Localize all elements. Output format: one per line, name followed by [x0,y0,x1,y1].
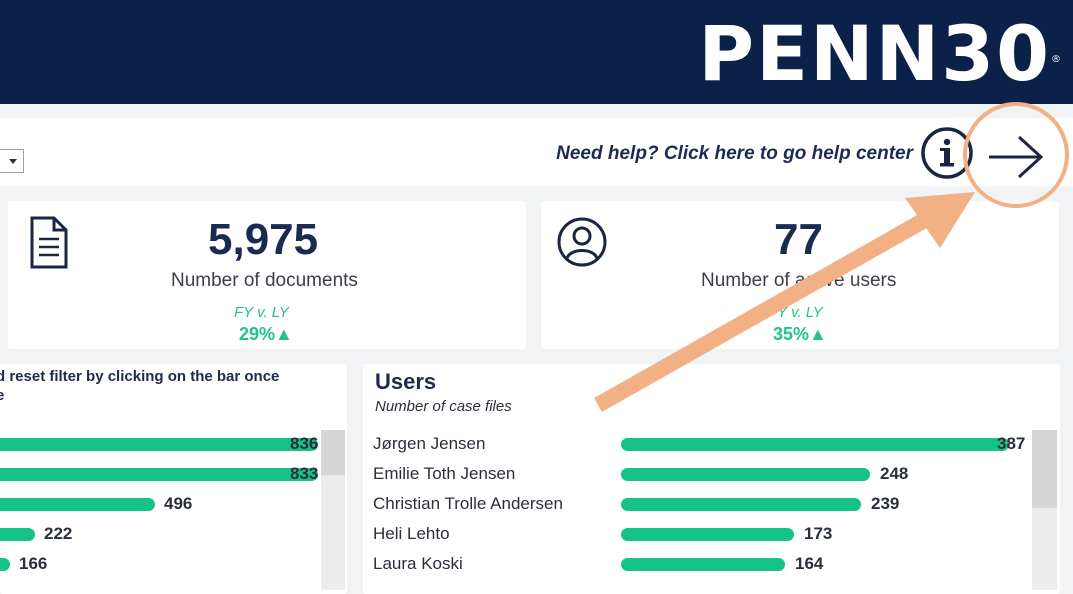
arrow-right-icon[interactable] [985,132,1047,182]
filter-hint-line1: d reset filter by clicking on the bar on… [0,368,280,385]
users-period: FY v. LY [768,304,823,321]
left-bar-value: 833 [290,464,319,483]
document-icon [30,216,68,269]
user-bar[interactable] [621,438,1009,451]
user-bar-value: 173 [804,524,833,543]
users-count: 77 [774,215,823,264]
user-name[interactable]: Laura Koski [373,554,463,574]
user-name[interactable]: Jørgen Jensen [373,434,485,454]
left-scrollbar[interactable] [321,430,345,590]
user-bar[interactable] [621,528,794,541]
user-bar-value: 239 [871,494,900,513]
left-bar[interactable] [0,528,35,541]
filter-dropdown[interactable] [0,149,24,173]
logo-text: PENN30 [698,9,1051,98]
documents-period: FY v. LY [234,304,289,321]
info-icon[interactable] [920,126,974,180]
left-bar-value: 496 [164,494,193,513]
left-bar-panel: d reset filter by clicking on the bar on… [0,364,347,594]
user-bar[interactable] [621,468,870,481]
users-title: Users [375,369,437,394]
user-bar-value: 387 [997,434,1026,453]
user-circle-icon [557,217,607,267]
app-header: PENN30 ® [0,0,1073,104]
left-bar-value: 836 [290,434,319,453]
user-bar-value: 248 [880,464,909,483]
user-name[interactable]: Emilie Toth Jensen [373,464,515,484]
users-scrollbar[interactable] [1032,430,1057,590]
registered-mark: ® [1051,54,1063,65]
users-label: Number of active users [701,270,897,291]
filter-hint-line2: e [0,387,5,404]
penneo-logo[interactable]: PENN30 ® [698,9,1061,98]
left-scrollbar-thumb[interactable] [321,430,345,475]
documents-count: 5,975 [208,215,319,264]
left-bar-value: 222 [44,524,73,543]
documents-change: 29%▲ [239,324,293,344]
left-bar[interactable] [0,468,318,481]
user-bar-value: 164 [795,554,824,573]
users-change: 35%▲ [773,324,827,344]
user-bar[interactable] [621,558,785,571]
users-panel: Users Number of case files Jørgen Jensen… [363,364,1060,594]
user-bar[interactable] [621,498,861,511]
users-subtitle: Number of case files [375,398,512,415]
caret-down-icon [9,159,17,164]
help-center-link[interactable]: Need help? Click here to go help center [556,143,913,165]
user-name[interactable]: Heli Lehto [373,524,450,544]
kpi-card-documents: 5,975 Number of documents FY v. LY 29%▲ [8,201,526,349]
documents-label: Number of documents [171,270,358,291]
left-bar[interactable] [0,558,10,571]
left-bar[interactable] [0,498,155,511]
kpi-card-users: 77 Number of active users FY v. LY 35%▲ [541,201,1059,349]
left-bar-value: 166 [19,554,48,573]
user-name[interactable]: Christian Trolle Andersen [373,494,563,514]
left-bar[interactable] [0,438,318,451]
users-scrollbar-thumb[interactable] [1032,430,1057,508]
